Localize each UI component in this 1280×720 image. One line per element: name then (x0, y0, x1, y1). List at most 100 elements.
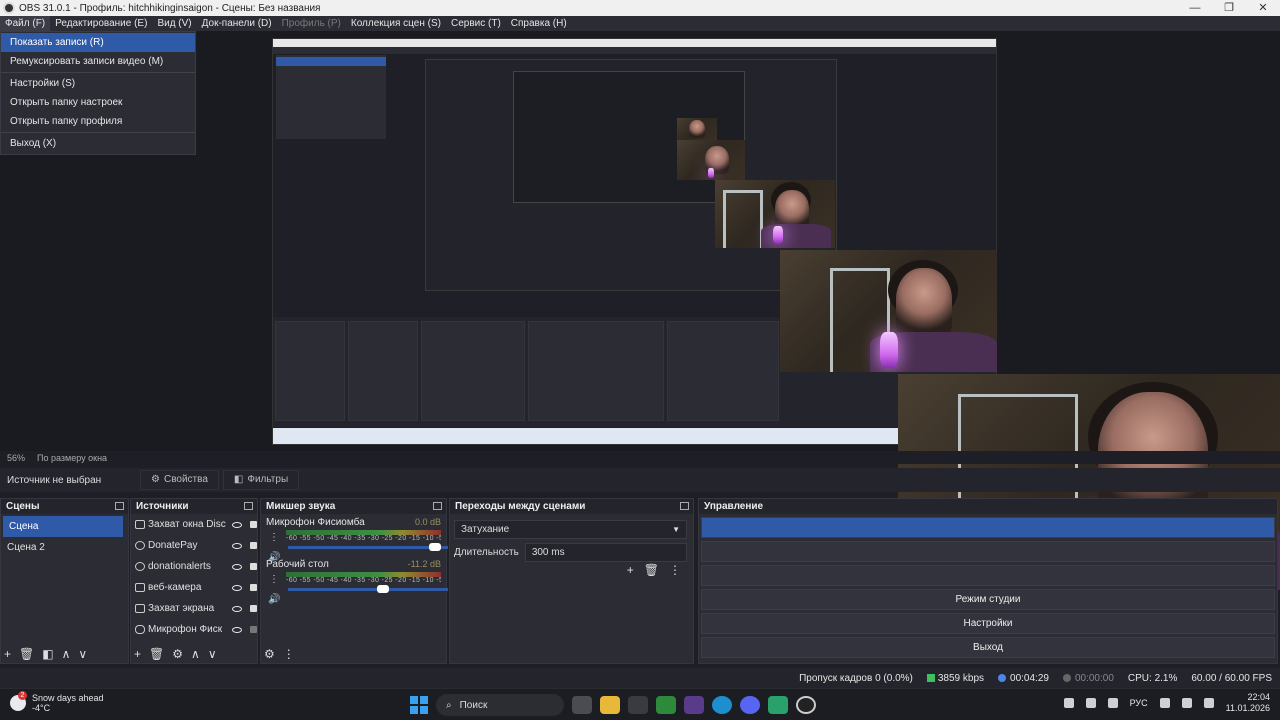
menu-edit[interactable]: Редактирование (E) (50, 16, 152, 31)
lock-icon[interactable] (250, 626, 257, 633)
menu-docks[interactable]: Док-панели (D) (197, 16, 277, 31)
move-down-icon[interactable]: ∨ (208, 647, 217, 661)
scale-mode-select[interactable]: По размеру окна (37, 453, 107, 463)
undock-icon[interactable] (115, 502, 124, 510)
visibility-icon[interactable] (232, 584, 242, 591)
duration-input[interactable]: 300 ms (524, 543, 687, 562)
properties-button[interactable]: ⚙ Свойства (140, 470, 219, 490)
lock-icon[interactable] (250, 563, 257, 570)
webcam-overlay-large (715, 180, 835, 248)
volume-slider[interactable] (288, 585, 448, 593)
edge-icon[interactable] (712, 696, 732, 714)
source-properties-icon[interactable]: ⚙ (172, 647, 183, 661)
add-scene-icon[interactable]: + (4, 647, 11, 661)
lock-icon[interactable] (250, 521, 257, 528)
visibility-icon[interactable] (232, 563, 242, 570)
volume-slider[interactable] (288, 543, 448, 551)
source-item[interactable]: DonatePay (131, 535, 257, 556)
menu-item-open-settings-folder[interactable]: Открыть папку настроек (1, 93, 195, 112)
exit-button[interactable]: Выход (701, 637, 1275, 658)
source-item[interactable]: Захват окна Disc (131, 514, 257, 535)
volume-icon[interactable] (1181, 698, 1192, 708)
advanced-audio-icon[interactable]: ⚙ (264, 647, 275, 661)
source-item[interactable]: веб-камера (131, 577, 257, 598)
menu-scene-collection[interactable]: Коллекция сцен (S) (346, 16, 446, 31)
language-indicator[interactable]: РУС (1130, 698, 1148, 708)
close-button[interactable]: ✕ (1246, 0, 1280, 16)
undock-icon[interactable] (244, 502, 253, 510)
start-streaming-button[interactable] (701, 517, 1275, 538)
tray-icon[interactable] (1085, 698, 1096, 708)
scene-item[interactable]: Сцена (3, 516, 123, 537)
remove-scene-icon[interactable]: 🗑 (19, 647, 34, 661)
window-titlebar: OBS 31.0.1 - Профиль: hitchhikinginsaigo… (0, 0, 1280, 16)
channel-menu-icon[interactable]: ⋮ (269, 532, 279, 543)
menu-item-show-recordings[interactable]: Показать записи (R) (1, 33, 195, 52)
undock-icon[interactable] (433, 502, 442, 510)
menu-item-settings[interactable]: Настройки (S) (1, 74, 195, 93)
maximize-button[interactable]: ❐ (1212, 0, 1246, 16)
minimize-button[interactable]: — (1178, 0, 1212, 16)
filters-button[interactable]: ◧ Фильтры (222, 470, 300, 490)
discord-icon[interactable] (740, 696, 760, 714)
virtual-camera-button[interactable] (701, 565, 1275, 586)
move-down-icon[interactable]: ∨ (78, 647, 87, 661)
transition-menu-icon[interactable]: ⋮ (669, 563, 681, 577)
windows-start-icon[interactable] (410, 696, 428, 714)
scene-item[interactable]: Сцена 2 (1, 537, 128, 558)
speaker-icon[interactable]: 🔊 (268, 594, 280, 605)
app-icon[interactable] (768, 696, 788, 714)
visibility-icon[interactable] (232, 605, 242, 612)
source-item[interactable]: Микрофон Фиск (131, 619, 257, 640)
browser-source-icon (135, 562, 145, 571)
file-explorer-icon[interactable] (600, 696, 620, 714)
mixer-channel: Рабочий стол -11.2 dB ⋮ -60 -55 -50 -45 … (261, 556, 448, 605)
taskbar-clock[interactable]: 22:04 11.01.2026 (1226, 692, 1270, 714)
source-item[interactable]: Захват экрана (131, 598, 257, 619)
menu-profile[interactable]: Профиль (P) (277, 16, 346, 31)
channel-menu-icon[interactable]: ⋮ (269, 574, 279, 585)
menu-item-open-profile-folder[interactable]: Открыть папку профиля (1, 112, 195, 131)
transition-select[interactable]: Затухание ▼ (454, 520, 687, 539)
sources-title: Источники (136, 501, 189, 512)
remove-source-icon[interactable]: 🗑 (149, 647, 164, 661)
app-icon[interactable] (684, 696, 704, 714)
wifi-icon[interactable] (1159, 698, 1170, 708)
add-source-icon[interactable]: + (134, 647, 141, 661)
menu-help[interactable]: Справка (H) (506, 16, 572, 31)
lock-icon[interactable] (250, 584, 257, 591)
scene-filters-icon[interactable]: ◧ (42, 647, 53, 661)
move-up-icon[interactable]: ∧ (62, 647, 71, 661)
zoom-level[interactable]: 56% (7, 453, 25, 463)
visibility-icon[interactable] (232, 542, 242, 549)
menu-view[interactable]: Вид (V) (152, 16, 196, 31)
menu-item-exit[interactable]: Выход (X) (1, 134, 195, 153)
settings-button[interactable]: Настройки (701, 613, 1275, 634)
add-transition-icon[interactable]: + (627, 563, 634, 577)
obs-taskbar-icon[interactable] (796, 696, 816, 714)
remove-transition-icon[interactable]: 🗑 (644, 563, 659, 577)
weather-widget[interactable]: 2 Snow days ahead -4°C (10, 691, 104, 713)
microphone-icon[interactable] (1107, 698, 1118, 708)
studio-mode-button[interactable]: Режим студии (701, 589, 1275, 610)
lock-icon[interactable] (250, 542, 257, 549)
menu-file[interactable]: Файл (F) (0, 16, 51, 31)
battery-icon[interactable] (1203, 698, 1214, 708)
webcam-overlay-medium (677, 140, 745, 180)
menu-item-remux[interactable]: Ремуксировать записи видео (M) (1, 52, 195, 71)
xbox-icon[interactable] (656, 696, 676, 714)
store-icon[interactable] (628, 696, 648, 714)
undock-icon[interactable] (680, 502, 689, 510)
move-up-icon[interactable]: ∧ (191, 647, 200, 661)
start-recording-button[interactable] (701, 541, 1275, 562)
task-view-icon[interactable] (572, 696, 592, 714)
lock-icon[interactable] (250, 605, 257, 612)
menu-tools[interactable]: Сервис (T) (446, 16, 506, 31)
visibility-icon[interactable] (232, 626, 242, 633)
source-item[interactable]: donationalerts (131, 556, 257, 577)
transitions-title: Переходы между сценами (455, 501, 586, 512)
visibility-icon[interactable] (232, 521, 242, 528)
tray-icon[interactable] (1063, 698, 1074, 708)
taskbar-search[interactable]: ⌕ Поиск (436, 694, 564, 716)
mixer-menu-icon[interactable]: ⋮ (283, 647, 295, 661)
